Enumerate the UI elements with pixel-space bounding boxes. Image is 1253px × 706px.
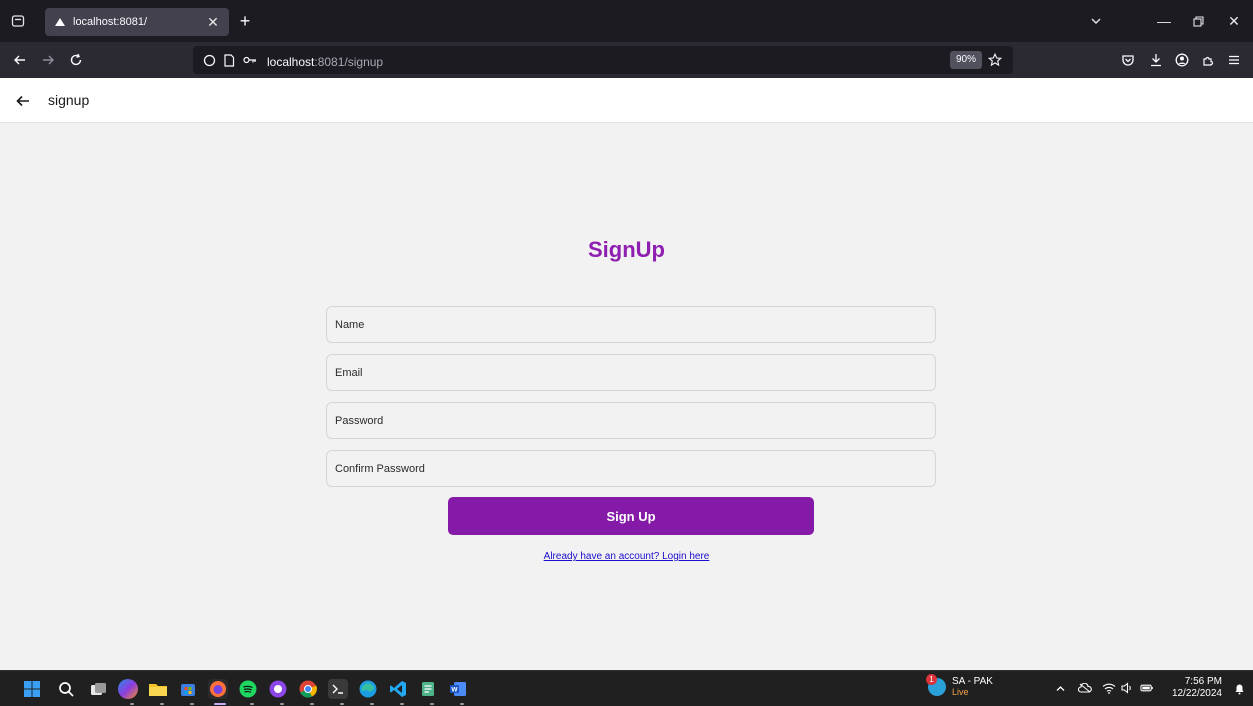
clock-date: 12/22/2024 — [1171, 688, 1222, 699]
url-bar[interactable]: localhost:8081/signup 90% — [193, 46, 1013, 74]
sign-up-button[interactable]: Sign Up — [448, 497, 814, 535]
svg-text:W: W — [451, 687, 458, 694]
tab-overview-icon[interactable] — [0, 0, 36, 42]
email-field[interactable] — [326, 354, 936, 391]
running-indicator — [340, 703, 344, 705]
restore-icon[interactable] — [1184, 0, 1212, 42]
weather-icon: 1 — [926, 674, 946, 696]
running-indicator — [280, 703, 284, 705]
bookmark-star-icon[interactable] — [987, 52, 1003, 68]
active-indicator — [214, 703, 226, 705]
back-icon[interactable] — [10, 50, 30, 70]
confirm-password-field[interactable] — [326, 450, 936, 487]
app-header: signup — [0, 78, 1253, 123]
account-icon[interactable] — [1172, 50, 1192, 70]
weather-status: Live — [952, 687, 969, 697]
microsoft-store-icon[interactable] — [178, 679, 198, 699]
spotify-icon[interactable] — [238, 679, 258, 699]
chrome-icon[interactable] — [298, 679, 318, 699]
downloads-icon[interactable] — [1146, 50, 1166, 70]
clock-time: 7:56 PM — [1184, 676, 1222, 687]
browser-tab-bar: localhost:8081/ ✕ + — ✕ — [0, 0, 1253, 42]
new-tab-icon[interactable]: + — [236, 12, 254, 30]
login-link-container: Already have an account? Login here — [0, 551, 1253, 562]
browser-nav-bar: localhost:8081/signup 90% — [0, 42, 1253, 78]
reload-icon[interactable] — [66, 50, 86, 70]
header-title: signup — [48, 92, 90, 108]
running-indicator — [160, 703, 164, 705]
page-title: SignUp — [588, 237, 665, 262]
browser-tab[interactable]: localhost:8081/ ✕ — [45, 8, 229, 36]
tab-title: localhost:8081/ — [73, 16, 147, 28]
login-link[interactable]: Already have an account? Login here — [544, 551, 710, 562]
battery-icon[interactable] — [1140, 681, 1154, 695]
running-indicator — [250, 703, 254, 705]
close-window-icon[interactable]: ✕ — [1220, 0, 1248, 42]
signup-page: SignUp Sign Up Already have an account? … — [0, 123, 1253, 670]
task-view-icon[interactable] — [88, 679, 108, 699]
url-host: localhost — [267, 55, 315, 69]
system-clock[interactable]: 7:56 PM 12/22/2024 — [1168, 676, 1222, 700]
word-icon[interactable]: W — [448, 679, 468, 699]
terminal-icon[interactable] — [328, 679, 348, 699]
notification-badge: 1 — [926, 674, 937, 685]
volume-icon[interactable] — [1120, 681, 1134, 695]
back-arrow-icon[interactable] — [14, 92, 32, 110]
notepad-icon[interactable] — [418, 679, 438, 699]
copilot-icon[interactable] — [118, 679, 138, 699]
onedrive-icon[interactable] — [1078, 681, 1092, 695]
start-icon[interactable] — [22, 679, 42, 699]
running-indicator — [190, 703, 194, 705]
key-icon[interactable] — [242, 52, 258, 68]
tab-close-icon[interactable]: ✕ — [205, 14, 221, 31]
windows-taskbar: W 1 SA - PAK Live 7:56 PM 12/22/2024 — [0, 670, 1253, 706]
running-indicator — [310, 703, 314, 705]
extensions-icon[interactable] — [1198, 50, 1218, 70]
zoom-badge[interactable]: 90% — [950, 51, 983, 69]
running-indicator — [130, 703, 134, 705]
weather-location: SA - PAK — [952, 676, 993, 687]
shield-icon[interactable] — [201, 52, 217, 68]
search-icon[interactable] — [56, 679, 76, 699]
running-indicator — [400, 703, 404, 705]
chevron-up-icon[interactable] — [1053, 681, 1067, 695]
forward-icon[interactable] — [38, 50, 58, 70]
firefox-icon[interactable] — [208, 679, 228, 699]
running-indicator — [430, 703, 434, 705]
pocket-icon[interactable] — [1118, 50, 1138, 70]
edge-icon[interactable] — [358, 679, 378, 699]
notifications-icon[interactable] — [1232, 681, 1246, 695]
page-info-icon[interactable] — [221, 52, 237, 68]
vscode-icon[interactable] — [388, 679, 408, 699]
github-desktop-icon[interactable] — [268, 679, 288, 699]
menu-icon[interactable] — [1224, 50, 1244, 70]
password-field[interactable] — [326, 402, 936, 439]
running-indicator — [460, 703, 464, 705]
file-explorer-icon[interactable] — [148, 679, 168, 699]
tab-list-chevron-icon[interactable] — [1084, 0, 1108, 42]
running-indicator — [370, 703, 374, 705]
weather-widget[interactable]: 1 SA - PAK Live — [926, 674, 993, 698]
expo-favicon-icon — [53, 15, 67, 29]
name-field[interactable] — [326, 306, 936, 343]
url-path: :8081/signup — [314, 55, 384, 69]
minimize-icon[interactable]: — — [1150, 0, 1178, 42]
wifi-icon[interactable] — [1102, 681, 1116, 695]
